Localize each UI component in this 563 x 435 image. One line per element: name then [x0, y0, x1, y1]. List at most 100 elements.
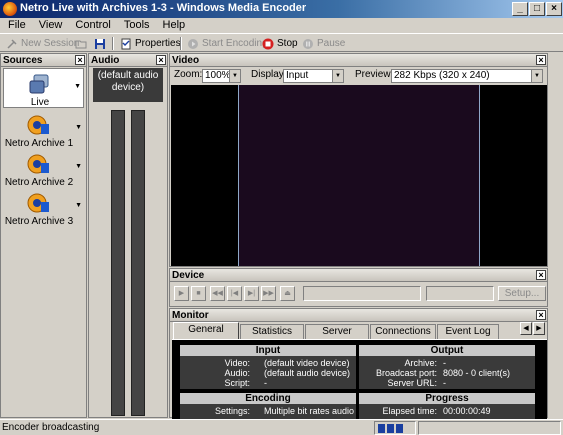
input-script-label: Script:	[224, 378, 250, 388]
source-item-live[interactable]: Live ▼	[3, 68, 84, 108]
close-button[interactable]: ×	[546, 2, 562, 16]
previous-icon[interactable]: |◀	[227, 286, 242, 301]
save-icon[interactable]	[94, 38, 106, 50]
tab-connections[interactable]: Connections	[370, 324, 436, 339]
start-encoding-button[interactable]: Start Encoding	[187, 36, 268, 51]
play-icon[interactable]: ▶	[174, 286, 189, 301]
output-archive-value: -	[443, 358, 446, 368]
minimize-button[interactable]: _	[512, 2, 528, 16]
output-section: Output Archive: - Broadcast port: 8080 - 0…	[359, 345, 535, 389]
display-label: Display:	[251, 69, 287, 80]
progress-title: Progress	[359, 393, 535, 404]
encoding-settings-value: Multiple bit rates audio	[264, 406, 355, 416]
source-archive-2-label: Netro Archive 2	[4, 177, 74, 188]
open-icon[interactable]	[75, 38, 87, 50]
input-video-label: Video:	[224, 358, 250, 368]
title-bar: Netro Live with Archives 1-3 - Windows M…	[0, 0, 563, 18]
encoding-settings-label: Settings:	[214, 406, 250, 416]
source-live-icon	[29, 74, 49, 94]
menu-view[interactable]: View	[31, 18, 68, 31]
preview-label: Preview:	[355, 69, 394, 80]
menu-tools[interactable]: Tools	[116, 18, 155, 31]
stop-button[interactable]: Stop	[262, 36, 298, 51]
close-monitor-icon[interactable]: ×	[536, 310, 546, 320]
input-audio-value: (default audio device)	[264, 368, 351, 378]
setup-button[interactable]: Setup...	[498, 286, 546, 301]
elapsed-time-value: 00:00:00:49	[443, 406, 491, 416]
pause-button[interactable]: Pause	[302, 36, 345, 51]
menu-bar: File View Control Tools Help	[0, 18, 563, 33]
video-panel: Video × Zoom: 100% ▼ Display: Input ▼ Previ…	[169, 53, 548, 267]
new-session-button[interactable]: New Session	[6, 36, 79, 51]
video-preview-area	[171, 85, 547, 266]
chevron-down-icon[interactable]: ▼	[74, 83, 81, 90]
tab-general[interactable]: General	[173, 322, 239, 339]
start-encoding-label: Start Encoding	[202, 38, 268, 49]
source-item-archive-2[interactable]: Netro Archive 2 ▼	[3, 149, 84, 189]
video-title: Video	[172, 55, 200, 66]
elapsed-time-label: Elapsed time:	[382, 406, 437, 416]
window-title: Netro Live with Archives 1-3 - Windows M…	[20, 2, 307, 14]
source-archive-icon	[27, 154, 49, 174]
tab-scroll-left-icon[interactable]: ◀	[520, 322, 532, 335]
device-title: Device	[172, 270, 205, 281]
display-select[interactable]: Input ▼	[283, 69, 344, 83]
source-live-label: Live	[30, 97, 50, 108]
toolbar: New Session Properties Start Encoding St…	[0, 33, 563, 52]
preview-value: 282 Kbps (320 x 240)	[394, 70, 490, 81]
properties-button[interactable]: Properties	[120, 36, 181, 51]
input-title: Input	[180, 345, 356, 356]
chevron-down-icon: ▼	[332, 70, 343, 82]
video-header: Video ×	[170, 54, 547, 67]
chevron-down-icon[interactable]: ▼	[75, 124, 82, 131]
start-encoding-icon	[188, 38, 198, 49]
zoom-value: 100%	[205, 70, 231, 81]
source-archive-3-label: Netro Archive 3	[4, 216, 74, 227]
tab-server[interactable]: Server	[305, 324, 369, 339]
tab-statistics[interactable]: Statistics	[240, 324, 304, 339]
zoom-label: Zoom:	[174, 69, 203, 80]
audio-meter-right	[131, 110, 145, 416]
close-audio-icon[interactable]: ×	[156, 55, 166, 65]
input-audio-label: Audio:	[224, 368, 250, 378]
monitor-header: Monitor ×	[170, 309, 547, 322]
preview-select[interactable]: 282 Kbps (320 x 240) ▼	[391, 69, 543, 83]
next-icon[interactable]: ▶|	[244, 286, 259, 301]
chevron-down-icon[interactable]: ▼	[75, 163, 82, 170]
source-item-archive-1[interactable]: Netro Archive 1 ▼	[3, 110, 84, 150]
new-session-label: New Session	[21, 38, 80, 49]
input-video-value: (default video device)	[264, 358, 350, 368]
menu-control[interactable]: Control	[67, 18, 115, 31]
zoom-select[interactable]: 100% ▼	[202, 69, 241, 83]
fast-forward-icon[interactable]: ▶▶	[261, 286, 276, 301]
monitor-panel: Monitor × General Statistics Server Conne…	[169, 308, 548, 420]
menu-help[interactable]: Help	[155, 18, 191, 31]
video-frame	[238, 85, 480, 266]
status-text: Encoder broadcasting	[2, 422, 100, 433]
audio-meter-left	[111, 110, 125, 416]
indicator-block	[387, 424, 394, 433]
stop-icon	[262, 38, 274, 49]
close-video-icon[interactable]: ×	[536, 55, 546, 65]
close-device-icon[interactable]: ×	[536, 270, 546, 280]
stop-device-icon[interactable]: ■	[191, 286, 206, 301]
audio-device-label: (default audio device)	[93, 68, 163, 102]
output-port-value: 8080 - 0 client(s)	[443, 368, 511, 378]
chevron-down-icon[interactable]: ▼	[75, 202, 82, 209]
eject-icon[interactable]: ⏏	[280, 286, 295, 301]
encoding-section: Encoding Settings: Multiple bit rates aud…	[180, 393, 356, 420]
rewind-icon[interactable]: ◀◀	[210, 286, 225, 301]
output-port-label: Broadcast port:	[375, 368, 437, 378]
maximize-button[interactable]: □	[529, 2, 545, 16]
tab-scroll-right-icon[interactable]: ▶	[533, 322, 545, 335]
close-sources-icon[interactable]: ×	[75, 55, 85, 65]
sources-title: Sources	[3, 55, 43, 66]
display-value: Input	[286, 70, 309, 81]
menu-file[interactable]: File	[0, 18, 31, 31]
toolbar-separator	[112, 37, 114, 50]
tab-event-log[interactable]: Event Log	[437, 324, 499, 339]
properties-label: Properties	[135, 38, 181, 49]
source-item-archive-3[interactable]: Netro Archive 3 ▼	[3, 188, 84, 228]
pause-icon	[303, 38, 313, 49]
app-icon	[3, 2, 17, 16]
